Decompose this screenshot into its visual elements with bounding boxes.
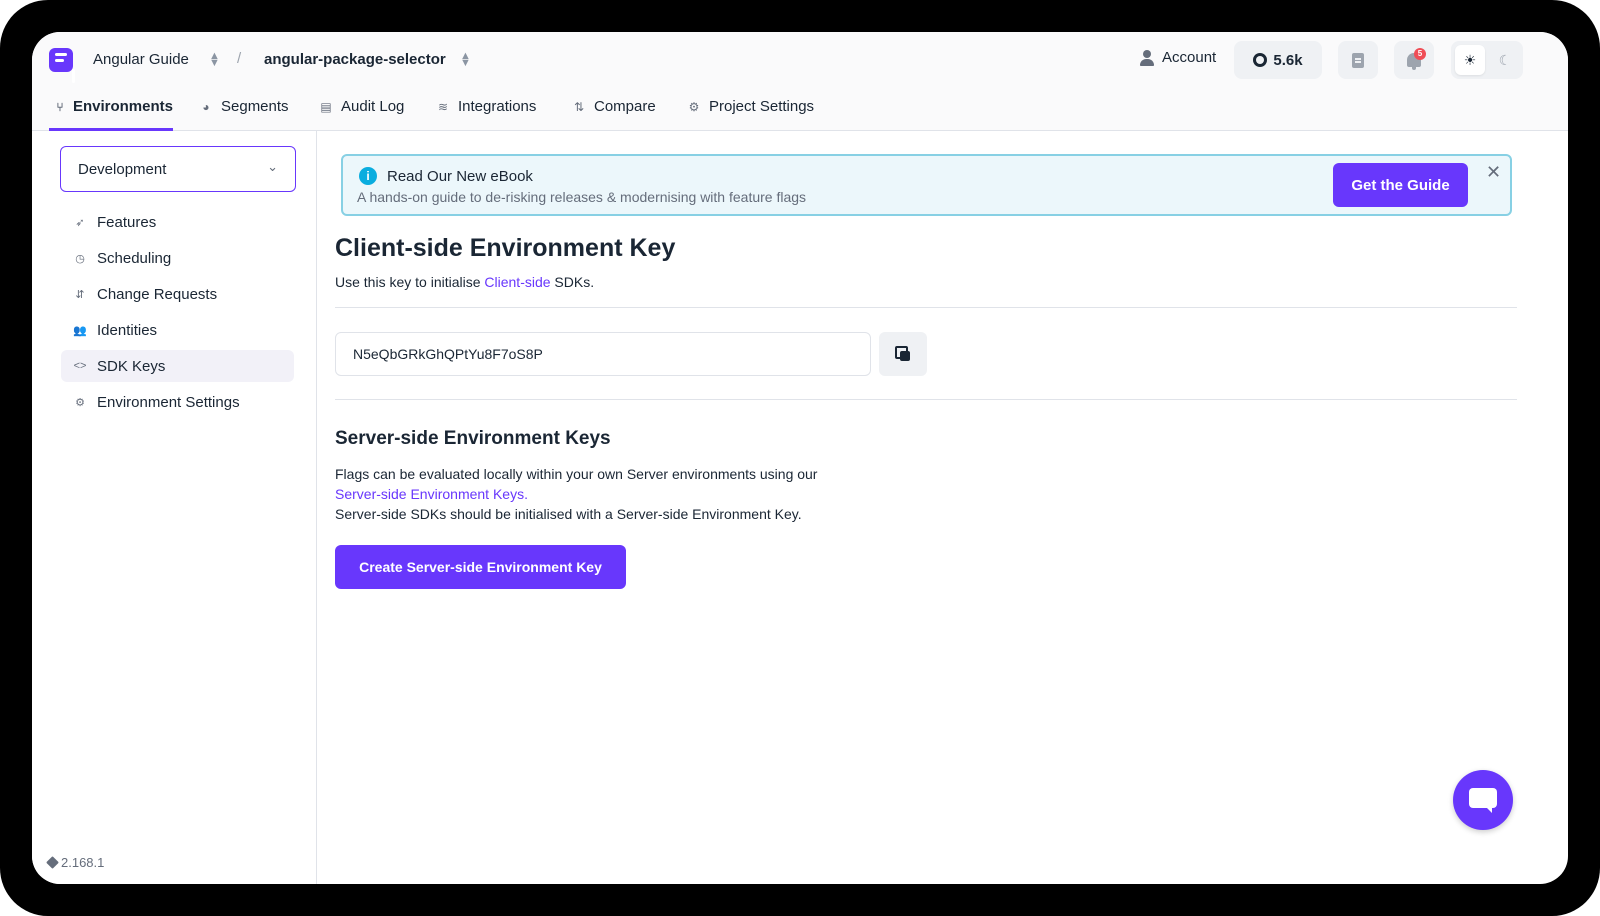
app-version: 2.168.1 <box>46 855 105 870</box>
server-keys-heading: Server-side Environment Keys <box>335 428 611 449</box>
person-icon <box>1140 49 1154 66</box>
tab-label: Project Settings <box>709 98 815 115</box>
tab-label: Environments <box>72 98 173 115</box>
sidebar-item-features[interactable]: ➶ Features <box>61 206 294 238</box>
close-icon[interactable]: ✕ <box>1486 162 1501 183</box>
info-icon: i <box>359 167 377 185</box>
tab-label: Compare <box>594 98 656 115</box>
client-side-link[interactable]: Client-side <box>484 274 550 290</box>
app-screen: Angular Guide ▲ ▼ / angular-package-selec… <box>32 32 1568 884</box>
device-frame: Angular Guide ▲ ▼ / angular-package-selec… <box>0 0 1600 916</box>
sidebar-item-identities[interactable]: 👥 Identities <box>61 314 294 346</box>
github-stars-count: 5.6k <box>1273 51 1303 69</box>
ebook-banner: i Read Our New eBook A hands-on guide to… <box>341 154 1512 216</box>
sidebar-item-sdk-keys[interactable]: <> SDK Keys <box>61 350 294 382</box>
tab-label: Integrations <box>458 98 537 115</box>
chat-button[interactable] <box>1453 770 1513 830</box>
sidebar-item-label: Scheduling <box>97 249 172 267</box>
project-switcher-chevron-icon[interactable]: ▲ ▼ <box>460 51 471 69</box>
create-server-key-button[interactable]: Create Server-side Environment Key <box>335 545 626 589</box>
chevron-down-icon: ⌄ <box>267 159 278 174</box>
tab-label: Segments <box>221 98 289 115</box>
breadcrumb-organisation[interactable]: Angular Guide <box>93 51 189 68</box>
client-desc-text: Use this key to initialise <box>335 274 485 290</box>
sidebar-item-label: Identities <box>97 321 158 339</box>
client-desc-text-end: SDKs. <box>550 274 595 290</box>
copy-icon <box>895 346 911 362</box>
sidebar: Development ⌄ ➶ Features ◷ Scheduling ⇵ … <box>32 131 317 884</box>
divider <box>335 307 1517 308</box>
moon-icon[interactable]: ☾ <box>1491 45 1519 75</box>
server-side-keys-link[interactable]: Server-side Environment Keys. <box>335 486 528 502</box>
rocket-icon: ➶ <box>75 216 85 229</box>
gear-icon: ⚙ <box>75 396 85 409</box>
tab-label: Audit Log <box>341 98 405 115</box>
sidebar-item-environment-settings[interactable]: ⚙ Environment Settings <box>61 386 294 418</box>
theme-toggle[interactable]: ☀ ☾ <box>1451 41 1523 79</box>
chat-icon <box>1469 788 1497 813</box>
pull-request-icon: ⇵ <box>75 288 85 301</box>
code-icon: <> <box>73 360 87 372</box>
breadcrumb-separator: / <box>237 50 242 67</box>
sidebar-item-change-requests[interactable]: ⇵ Change Requests <box>61 278 294 310</box>
environment-select-value: Development <box>78 160 167 178</box>
gear-icon: ⚙ <box>688 100 700 114</box>
flagsmith-logo[interactable] <box>49 48 75 83</box>
server-desc-line-1: Flags can be evaluated locally within yo… <box>335 466 818 482</box>
github-icon <box>1253 53 1268 67</box>
layers-icon: ≋ <box>437 100 449 114</box>
sidebar-item-label: Change Requests <box>97 285 218 303</box>
tag-icon <box>46 856 59 869</box>
document-icon <box>1352 52 1364 68</box>
breadcrumb-project[interactable]: angular-package-selector <box>264 51 446 68</box>
org-switcher-chevron-icon[interactable]: ▲ ▼ <box>209 51 220 69</box>
log-icon: ▤ <box>320 100 332 114</box>
sidebar-item-label: Environment Settings <box>97 393 240 411</box>
github-stars-button[interactable]: 5.6k <box>1234 41 1322 79</box>
sidebar-item-label: Features <box>97 213 157 231</box>
tab-project-settings[interactable]: ⚙ Project Settings <box>687 98 814 131</box>
client-key-heading: Client-side Environment Key <box>335 234 676 262</box>
server-desc-line-3: Server-side SDKs should be initialised w… <box>335 506 802 522</box>
server-keys-description: Flags can be evaluated locally within yo… <box>335 464 817 524</box>
banner-title: Read Our New eBook <box>387 168 533 185</box>
account-link[interactable]: Account <box>1140 49 1216 66</box>
tab-compare[interactable]: ⇅ Compare <box>572 98 656 131</box>
account-label: Account <box>1162 49 1217 66</box>
environment-select[interactable]: Development ⌄ <box>60 146 296 192</box>
tab-segments[interactable]: ◕ Segments <box>199 98 289 131</box>
sidebar-item-scheduling[interactable]: ◷ Scheduling <box>61 242 294 274</box>
sun-icon[interactable]: ☀ <box>1455 45 1485 75</box>
client-key-description: Use this key to initialise Client-side S… <box>335 274 594 290</box>
client-key-value: N5eQbGRkGhQPtYu8F7oS8P <box>353 346 543 362</box>
compare-icon: ⇅ <box>573 100 585 114</box>
divider <box>335 399 1517 400</box>
docs-button[interactable] <box>1338 41 1378 79</box>
get-the-guide-button[interactable]: Get the Guide <box>1333 163 1468 207</box>
tab-audit-log[interactable]: ▤ Audit Log <box>319 98 404 131</box>
copy-key-button[interactable] <box>879 332 927 376</box>
sidebar-item-label: SDK Keys <box>97 357 166 375</box>
clock-icon: ◷ <box>75 252 85 265</box>
project-tabs: ⑂ Environments ◕ Segments ▤ Audit Log ≋ … <box>32 88 1568 131</box>
version-label: 2.168.1 <box>61 855 105 870</box>
top-bar: Angular Guide ▲ ▼ / angular-package-selec… <box>32 32 1568 88</box>
tab-integrations[interactable]: ≋ Integrations <box>436 98 536 131</box>
notifications-button[interactable] <box>1394 41 1434 79</box>
banner-subtitle: A hands-on guide to de-risking releases … <box>357 189 807 205</box>
branch-icon: ⑂ <box>56 100 64 114</box>
pie-icon: ◕ <box>202 100 210 114</box>
users-icon: 👥 <box>73 324 87 337</box>
notification-badge: 5 <box>1414 48 1426 60</box>
tab-environments[interactable]: ⑂ Environments <box>49 98 173 131</box>
client-key-field[interactable]: N5eQbGRkGhQPtYu8F7oS8P <box>335 332 871 376</box>
